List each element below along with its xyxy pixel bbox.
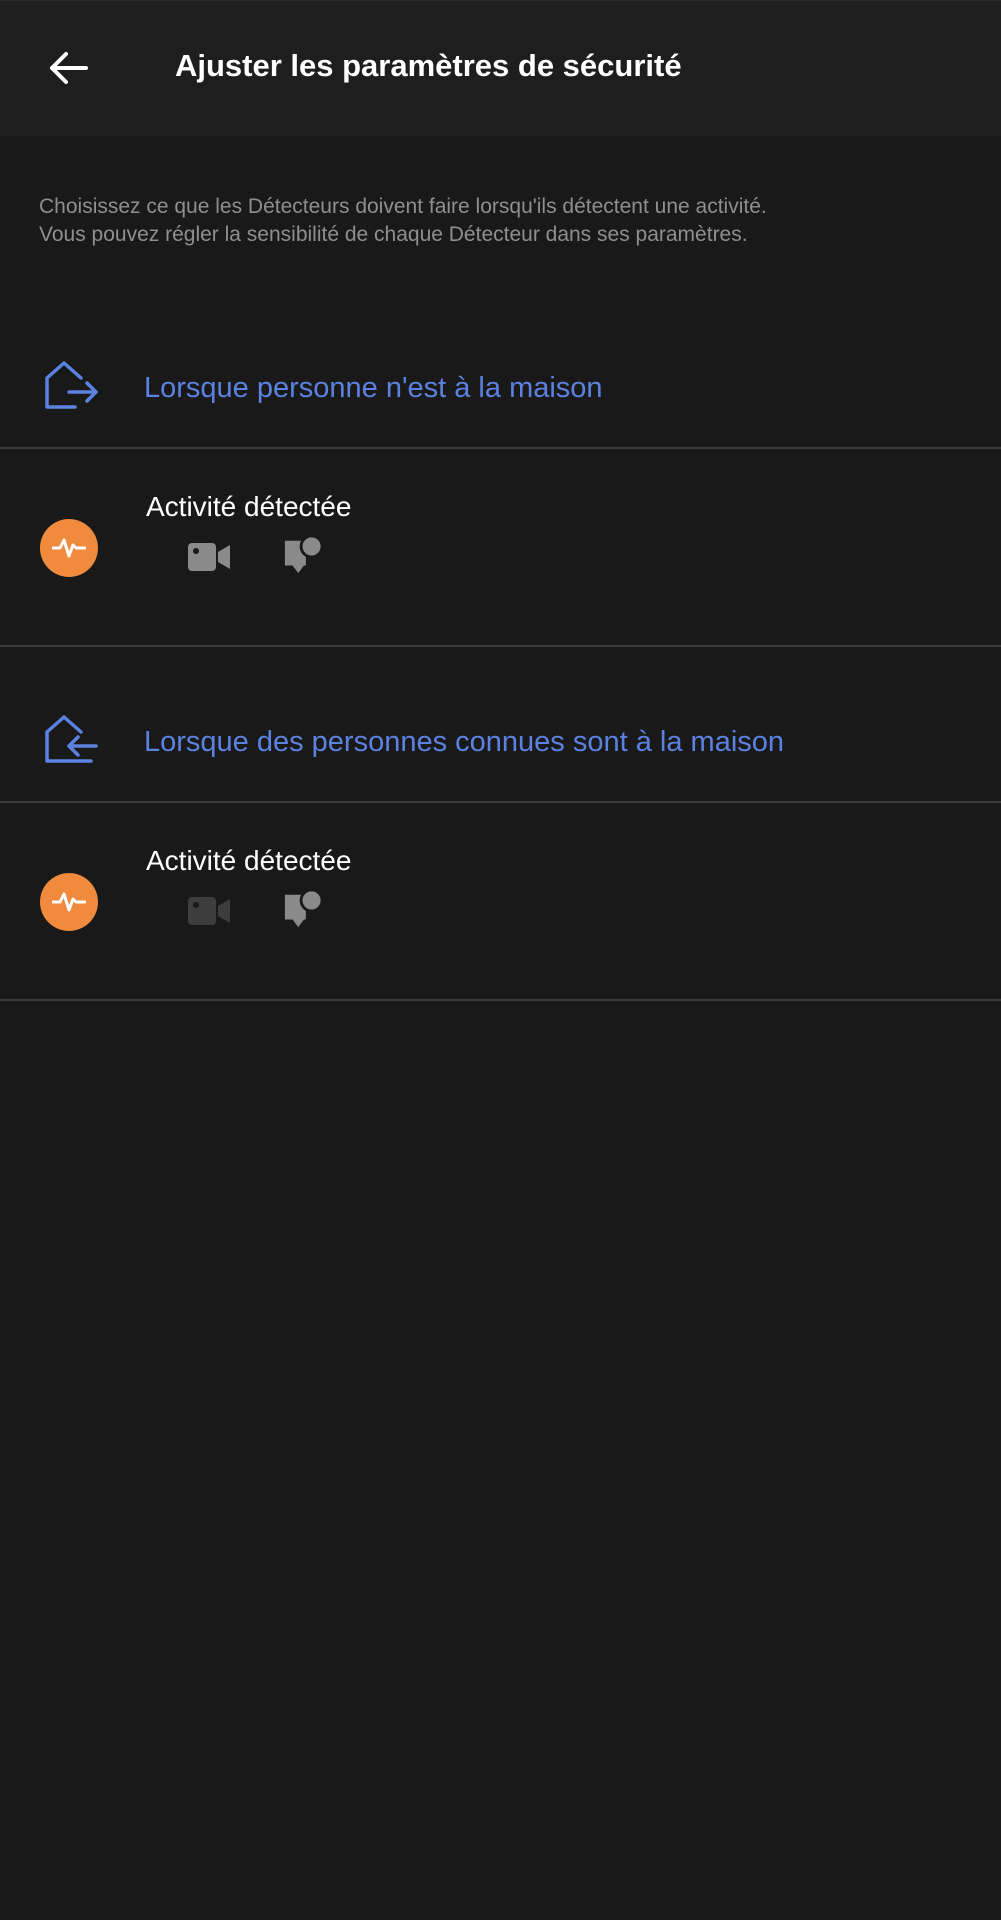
house-enter-icon (45, 715, 98, 763)
section-label: Lorsque personne n'est à la maison (144, 372, 603, 404)
page-title: Ajuster les paramètres de sécurité (175, 48, 682, 83)
arrow-left-icon (50, 52, 88, 84)
notification-bubble-icon[interactable] (280, 535, 326, 575)
notification-bubble-icon[interactable] (280, 889, 326, 929)
intro-line: Vous pouvez régler la sensibilité de cha… (39, 223, 748, 246)
activity-title: Activité détectée (146, 845, 352, 876)
section-header-known-people-home[interactable]: Lorsque des personnes connues sont à la … (0, 692, 1001, 792)
activity-badge (40, 873, 98, 931)
back-button[interactable] (40, 45, 96, 91)
top-app-bar: Ajuster les paramètres de sécurité (0, 0, 1001, 136)
section-header-nobody-home[interactable]: Lorsque personne n'est à la maison (0, 338, 1001, 438)
divider (0, 645, 1001, 647)
section-label: Lorsque des personnes connues sont à la … (144, 726, 785, 758)
activity-row-known-people-home[interactable]: Activité détectée (0, 803, 1001, 999)
intro-line: Choisissez ce que les Détecteurs doivent… (39, 195, 767, 218)
activity-title: Activité détectée (146, 491, 352, 522)
divider (0, 999, 1001, 1001)
activity-badge (40, 519, 98, 577)
house-exit-icon (45, 361, 98, 409)
video-camera-icon[interactable] (186, 537, 232, 577)
activity-pulse-icon (52, 892, 86, 912)
intro-description: Choisissez ce que les Détecteurs doivent… (39, 193, 969, 249)
activity-row-nobody-home[interactable]: Activité détectée (0, 449, 1001, 645)
video-camera-icon[interactable] (186, 891, 232, 931)
activity-pulse-icon (52, 538, 86, 558)
